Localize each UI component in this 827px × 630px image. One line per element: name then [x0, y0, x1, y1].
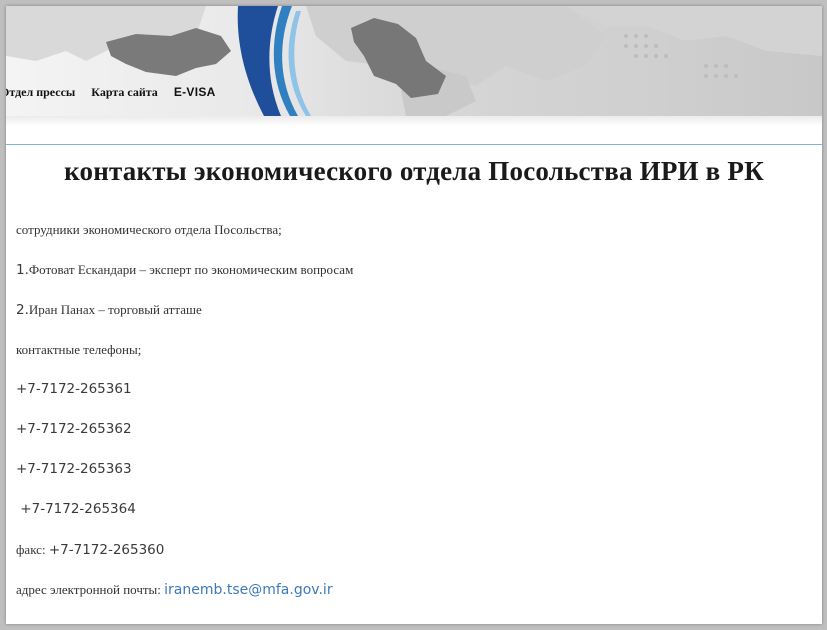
phone-number: +7-7172-265363: [16, 461, 132, 477]
top-navigation: Отдел прессы Карта сайта E-VISA: [6, 82, 216, 102]
email-link[interactable]: iranemb.tse@mfa.gov.ir: [164, 582, 332, 598]
staff-item-number: 2.: [16, 302, 29, 318]
phones-heading: контактные телефоны;: [16, 342, 142, 357]
fax-label: факс:: [16, 542, 49, 557]
nav-link-evisa[interactable]: E-VISA: [174, 85, 216, 99]
page-title: контакты экономического отдела Посольств…: [64, 156, 764, 186]
staff-item-text: Фотоват Ескандари – эксперт по экономиче…: [28, 262, 354, 277]
nav-link-sitemap[interactable]: Карта сайта: [91, 85, 158, 100]
staff-item-text: Иран Панах – торговый атташе: [28, 302, 202, 317]
phone-number: +7-7172-265361: [16, 381, 132, 397]
email-label: адрес электронной почты:: [16, 582, 165, 597]
phone-number: +7-7172-265364: [16, 501, 136, 517]
fax-line: факс: +7-7172-265360: [16, 541, 164, 559]
phone-number: +7-7172-265362: [16, 421, 132, 437]
page-frame: Отдел прессы Карта сайта E-VISA контакты…: [6, 6, 822, 624]
fax-number: +7-7172-265360: [48, 542, 165, 558]
nav-link-press[interactable]: Отдел прессы: [6, 85, 75, 100]
header-divider: [6, 144, 822, 145]
staff-item: 2.Иран Панах – торговый атташе: [16, 301, 202, 319]
staff-item-number: 1.: [16, 262, 29, 278]
banner-shadow: [6, 116, 822, 126]
email-line: адрес электронной почты: iranemb.tse@mfa…: [16, 581, 333, 599]
staff-heading: сотрудники экономического отдела Посольс…: [16, 222, 282, 237]
staff-item: 1.Фотоват Ескандари – эксперт по экономи…: [16, 261, 353, 279]
header-banner: Отдел прессы Карта сайта E-VISA: [6, 6, 822, 116]
